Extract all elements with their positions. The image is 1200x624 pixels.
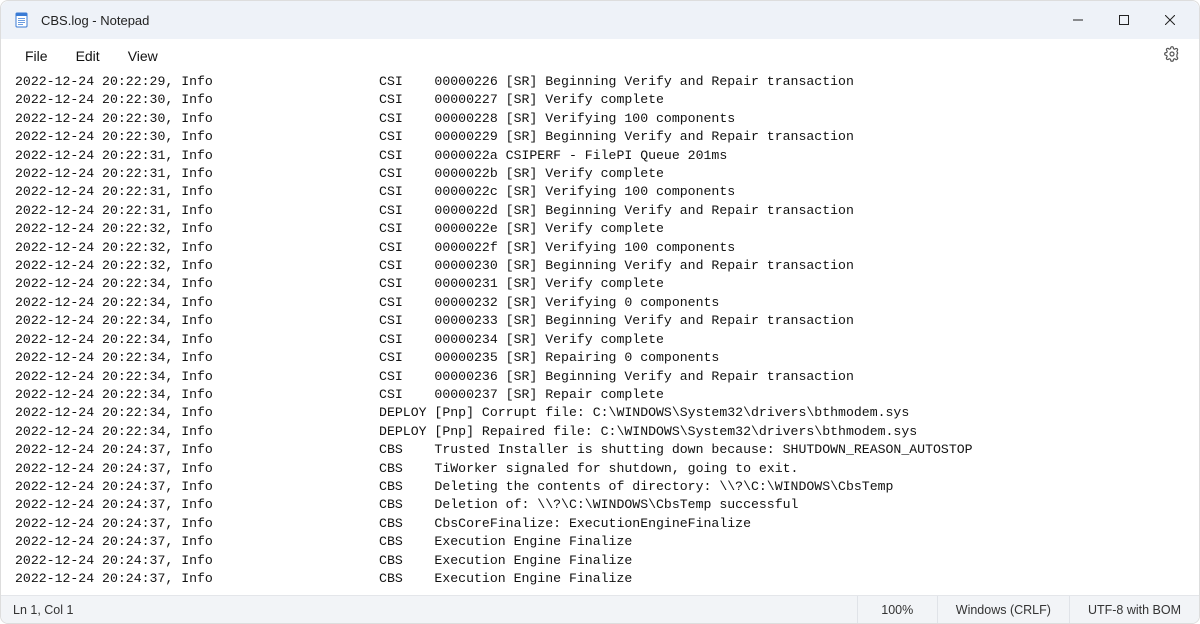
settings-button[interactable] xyxy=(1155,39,1189,73)
menu-edit[interactable]: Edit xyxy=(62,42,114,70)
window-title: CBS.log - Notepad xyxy=(41,13,149,28)
maximize-button[interactable] xyxy=(1101,1,1147,39)
menu-view[interactable]: View xyxy=(114,42,172,70)
notepad-icon xyxy=(13,11,31,29)
status-cursor-position: Ln 1, Col 1 xyxy=(1,603,857,617)
statusbar: Ln 1, Col 1 100% Windows (CRLF) UTF-8 wi… xyxy=(1,595,1199,623)
menubar: File Edit View xyxy=(1,39,1199,73)
status-zoom[interactable]: 100% xyxy=(857,596,937,623)
text-editor-area[interactable]: 2022-12-24 20:22:29, Info CSI 00000226 [… xyxy=(1,73,1199,595)
status-encoding[interactable]: UTF-8 with BOM xyxy=(1069,596,1199,623)
menu-file[interactable]: File xyxy=(11,42,62,70)
minimize-button[interactable] xyxy=(1055,1,1101,39)
window-controls xyxy=(1055,1,1193,39)
close-button[interactable] xyxy=(1147,1,1193,39)
gear-icon xyxy=(1164,46,1180,67)
notepad-window: CBS.log - Notepad File Edit View xyxy=(0,0,1200,624)
titlebar[interactable]: CBS.log - Notepad xyxy=(1,1,1199,39)
status-line-ending[interactable]: Windows (CRLF) xyxy=(937,596,1069,623)
